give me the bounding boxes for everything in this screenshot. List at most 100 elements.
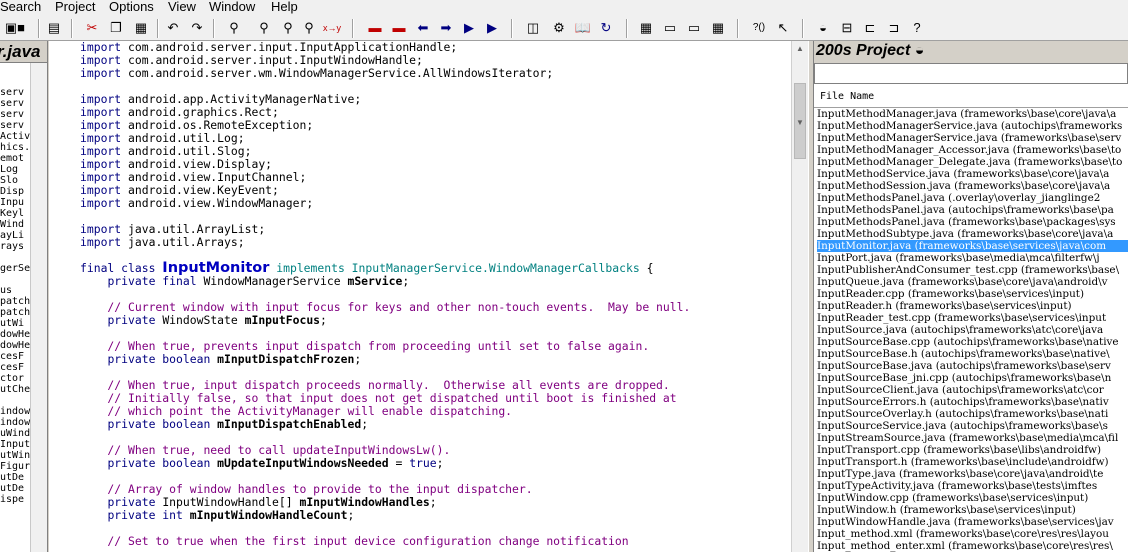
code-line[interactable]: // Set to true when the first input devi… xyxy=(80,535,690,548)
project-file-row[interactable]: InputMethodService.java (frameworks\base… xyxy=(817,168,1128,180)
code-text[interactable]: import com.android.server.input.InputApp… xyxy=(80,41,690,548)
symbol-list-item[interactable]: patch xyxy=(0,296,30,307)
find-files-icon[interactable]: ⚲ xyxy=(300,19,318,37)
project-file-row[interactable]: InputSourceBase.cpp (autochips\framework… xyxy=(817,336,1128,348)
project-file-row[interactable]: InputMethodManager_Delegate.java (framew… xyxy=(817,156,1128,168)
project-file-row[interactable]: InputStreamSource.java (frameworks\base\… xyxy=(817,432,1128,444)
project-file-row[interactable]: InputMethodManager_Accessor.java (framew… xyxy=(817,144,1128,156)
symbol-list-item[interactable]: patch xyxy=(0,307,30,318)
symbol-list-item[interactable] xyxy=(0,252,30,263)
menu-help[interactable]: Help xyxy=(271,0,298,14)
project-file-row[interactable]: InputSourceClient.java (autochips\framew… xyxy=(817,384,1128,396)
code-line[interactable]: private WindowState mInputFocus; xyxy=(80,314,690,327)
symbol-list-item[interactable]: Disp xyxy=(0,186,30,197)
project-file-row[interactable]: InputSourceBase.h (autochips\frameworks\… xyxy=(817,348,1128,360)
symbol-list-item[interactable]: indow xyxy=(0,417,30,428)
project-file-row[interactable]: InputSourceBase_jni.cpp (autochips\frame… xyxy=(817,372,1128,384)
symbol-list-item[interactable]: us xyxy=(0,285,30,296)
symbol-window-icon[interactable]: ◫ xyxy=(524,19,542,37)
help-icon[interactable]: ?() xyxy=(750,19,768,37)
project-file-row[interactable]: InputSourceService.java (autochips\frame… xyxy=(817,420,1128,432)
project-file-row[interactable]: InputTransport.h (frameworks\base\includ… xyxy=(817,456,1128,468)
panel-info-icon[interactable]: ? xyxy=(908,19,926,37)
code-line[interactable]: import android.view.WindowManager; xyxy=(80,197,690,210)
symbol-list-item[interactable]: Figur xyxy=(0,461,30,472)
menu-project[interactable]: Project xyxy=(55,0,95,14)
project-file-row[interactable]: InputSourceErrors.h (autochips\framework… xyxy=(817,396,1128,408)
menu-window[interactable]: Window xyxy=(209,0,255,14)
symbol-list-item[interactable]: Wind xyxy=(0,219,30,230)
code-line[interactable]: import com.android.server.wm.WindowManag… xyxy=(80,67,690,80)
symbol-list-item[interactable]: rays xyxy=(0,241,30,252)
editor-vertical-scrollbar[interactable]: ▲ ▼ xyxy=(791,41,808,552)
panel-toggle-icon[interactable]: ◒ xyxy=(814,19,832,37)
project-file-row[interactable]: Input_method_enter.xml (frameworks\base\… xyxy=(817,540,1128,552)
project-file-row[interactable]: InputMethodManagerService.java (autochip… xyxy=(817,120,1128,132)
symbol-list-item[interactable]: Activ xyxy=(0,131,30,142)
project-file-list[interactable]: InputMethodManager.java (frameworks\base… xyxy=(817,108,1128,552)
menu-view[interactable]: View xyxy=(168,0,196,14)
relation-icon[interactable]: ⚙ xyxy=(550,19,568,37)
layout-4-icon[interactable]: ▦ xyxy=(709,19,727,37)
panel-sync-icon[interactable]: ⊐ xyxy=(885,19,903,37)
find-icon[interactable]: ⚲ xyxy=(225,19,243,37)
project-file-row[interactable]: InputSourceOverlay.h (autochips\framewor… xyxy=(817,408,1128,420)
project-file-row[interactable]: InputType.java (frameworks\base\core\jav… xyxy=(817,468,1128,480)
symbol-list-item[interactable]: utChe xyxy=(0,384,30,395)
project-file-row[interactable]: InputMethodManagerService.java (framewor… xyxy=(817,132,1128,144)
bookmark-icon[interactable]: ▬ xyxy=(366,19,384,37)
project-file-row[interactable]: InputMethodSubtype.java (frameworks\base… xyxy=(817,228,1128,240)
back-icon[interactable]: ⬅ xyxy=(414,19,432,37)
symbol-list-item[interactable]: hics. xyxy=(0,142,30,153)
context-help-icon[interactable]: ↖ xyxy=(774,19,792,37)
panel-split-icon[interactable]: ⊏ xyxy=(861,19,879,37)
symbol-list-item[interactable]: indow xyxy=(0,406,30,417)
refresh-icon[interactable]: ↻ xyxy=(597,19,615,37)
project-file-row[interactable]: InputWindow.h (frameworks\base\services\… xyxy=(817,504,1128,516)
symbol-list-item[interactable]: dowHe xyxy=(0,329,30,340)
code-line[interactable]: private final WindowManagerService mServ… xyxy=(80,275,690,288)
code-line[interactable]: import java.util.Arrays; xyxy=(80,236,690,249)
symbol-list-item[interactable] xyxy=(0,274,30,285)
layout-3-icon[interactable]: ▭ xyxy=(685,19,703,37)
project-toggle-icon[interactable]: ◒ xyxy=(915,42,925,59)
code-line[interactable]: private int mInputWindowHandleCount; xyxy=(80,509,690,522)
symbol-list-item[interactable]: serv xyxy=(0,109,30,120)
bookmark-toggle-icon[interactable]: ▬ xyxy=(390,19,408,37)
undo-icon[interactable]: ↶ xyxy=(164,19,182,37)
project-file-row[interactable]: InputMethodsPanel.java (.overlay\overlay… xyxy=(817,192,1128,204)
symbol-list-item[interactable]: gerSe xyxy=(0,263,30,274)
save-icon[interactable]: ■ xyxy=(12,19,30,37)
symbol-list-item[interactable]: cesF xyxy=(0,362,30,373)
symbol-list-item[interactable]: utDe xyxy=(0,472,30,483)
find-prev-icon[interactable]: ⚲ xyxy=(255,19,273,37)
forward-icon[interactable]: ➡ xyxy=(437,19,455,37)
symbol-list-item[interactable]: ctor xyxy=(0,373,30,384)
layout-1-icon[interactable]: ▦ xyxy=(637,19,655,37)
code-editor[interactable]: import com.android.server.input.InputApp… xyxy=(49,41,791,552)
symbol-list-item[interactable] xyxy=(0,395,30,406)
print-icon[interactable]: ▤ xyxy=(45,19,63,37)
find-next-icon[interactable]: ⚲ xyxy=(279,19,297,37)
copy-icon[interactable]: ❐ xyxy=(107,19,125,37)
symbol-list-item[interactable]: Inpu xyxy=(0,197,30,208)
project-file-row[interactable]: InputWindow.cpp (frameworks\base\service… xyxy=(817,492,1128,504)
project-file-row[interactable]: InputReader.h (frameworks\base\services\… xyxy=(817,300,1128,312)
symbol-list-item[interactable]: uWind xyxy=(0,428,30,439)
project-file-row[interactable]: InputSource.java (autochips\frameworks\a… xyxy=(817,324,1128,336)
project-file-row[interactable]: InputMonitor.java (frameworks\base\servi… xyxy=(817,240,1128,252)
project-file-row[interactable]: Input_method.xml (frameworks\base\core\r… xyxy=(817,528,1128,540)
project-file-row[interactable]: InputQueue.java (frameworks\base\core\ja… xyxy=(817,276,1128,288)
symbol-list[interactable]: serv serv serv serv Activ hics. emot Log Slo Disp… xyxy=(0,87,30,505)
project-file-row[interactable]: InputMethodsPanel.java (frameworks\base\… xyxy=(817,216,1128,228)
redo-icon[interactable]: ↷ xyxy=(188,19,206,37)
code-line[interactable]: private boolean mUpdateInputWindowsNeede… xyxy=(80,457,690,470)
project-file-row[interactable]: InputReader_test.cpp (frameworks\base\se… xyxy=(817,312,1128,324)
symbol-list-item[interactable]: utWi xyxy=(0,318,30,329)
menu-options[interactable]: Options xyxy=(109,0,154,14)
symbol-list-item[interactable]: serv xyxy=(0,87,30,98)
symbol-list-item[interactable]: emot xyxy=(0,153,30,164)
jump-icon[interactable]: ▶ xyxy=(460,19,478,37)
symbol-list-item[interactable]: Log xyxy=(0,164,30,175)
jump-list-icon[interactable]: ▶ xyxy=(483,19,501,37)
